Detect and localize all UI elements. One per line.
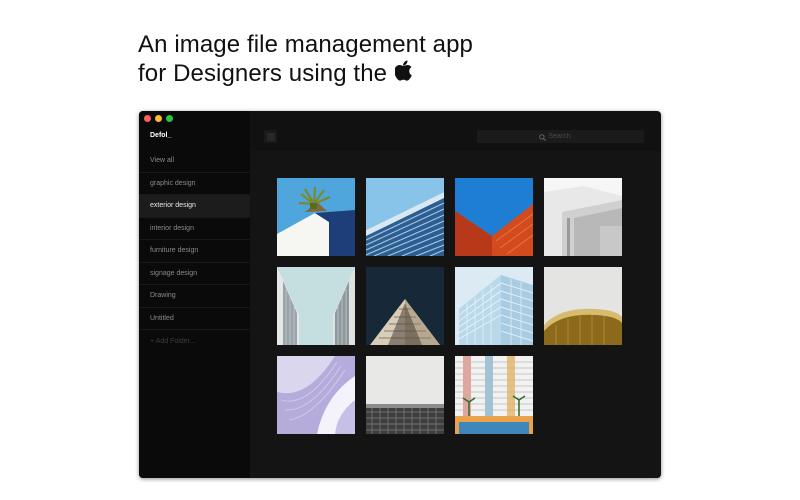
sidebar-item-signage-design[interactable]: signage design <box>139 263 250 285</box>
search-icon <box>538 128 546 146</box>
apple-icon <box>394 59 413 88</box>
minimize-window-button[interactable] <box>155 115 162 122</box>
sidebar-item-view-all[interactable]: View all <box>139 150 250 173</box>
thumbnail-curved-gold-balcony[interactable] <box>544 267 622 345</box>
headline-line-1: An image file management app <box>138 31 474 58</box>
list-view-button[interactable] <box>264 130 277 143</box>
sidebar-item-furniture-design[interactable]: furniture design <box>139 240 250 263</box>
app-name: Defol_ <box>150 132 172 139</box>
search-input[interactable] <box>548 133 583 140</box>
headline-line-2-text: for Designers using the <box>138 60 388 87</box>
sidebar-item-drawing[interactable]: Drawing <box>139 285 250 308</box>
add-folder-button[interactable]: + Add Folder... <box>139 330 250 352</box>
window-controls <box>144 115 173 122</box>
search-box[interactable] <box>477 130 644 143</box>
headline-line-2: for Designers using the <box>138 59 558 88</box>
image-browser <box>250 151 661 478</box>
thumbnail-colorful-apartment-block[interactable] <box>455 356 533 434</box>
list-view-icon <box>266 128 275 146</box>
thumbnail-dark-triangular-facade[interactable] <box>366 267 444 345</box>
sidebar-item-untitled[interactable]: Untitled <box>139 308 250 330</box>
thumbnail-white-modern-building[interactable] <box>544 178 622 256</box>
thumbnail-blue-building-with-palm[interactable] <box>277 178 355 256</box>
thumbnail-red-brick-roofline[interactable] <box>455 178 533 256</box>
thumbnail-grid <box>277 178 622 434</box>
thumbnail-tall-corridor-walls[interactable] <box>277 267 355 345</box>
grid-view-icon <box>139 182 163 200</box>
toolbar <box>250 125 661 151</box>
maximize-window-button[interactable] <box>166 115 173 122</box>
thumbnail-glass-grid-tower[interactable] <box>455 267 533 345</box>
thumbnail-lilac-curves[interactable] <box>277 356 355 434</box>
headline: An image file management app for Designe… <box>138 30 558 88</box>
close-window-button[interactable] <box>144 115 151 122</box>
folder-list: View all graphic design exterior design … <box>139 150 250 352</box>
sidebar: Defol_ View all graphic design exterior … <box>139 111 250 478</box>
sidebar-item-interior-design[interactable]: interior design <box>139 218 250 240</box>
app-window: Defol_ View all graphic design exterior … <box>139 111 661 478</box>
thumbnail-grey-grid-building[interactable] <box>366 356 444 434</box>
thumbnail-blue-glass-facade[interactable] <box>366 178 444 256</box>
